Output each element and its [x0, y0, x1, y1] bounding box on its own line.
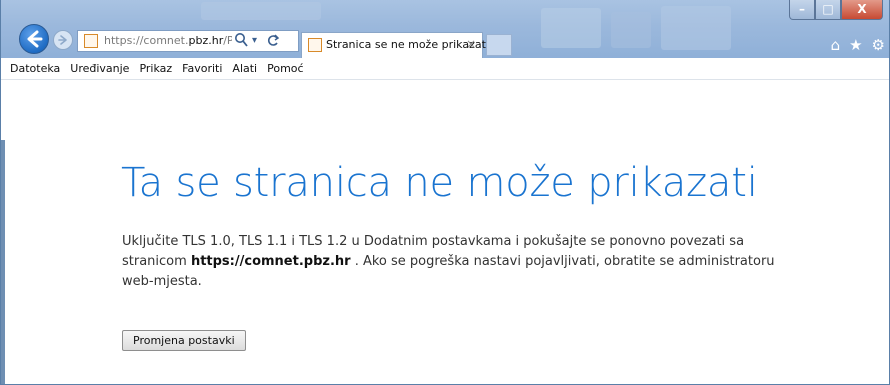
url-host: pbz.hr — [188, 34, 224, 47]
title-bar: https://comnet.pbz.hr/PbzCc ▾ Stranica s… — [1, 0, 889, 58]
minimize-button[interactable]: – — [789, 0, 815, 20]
url-suffix: /PbzCc — [223, 34, 232, 47]
page-content: Ta se stranica ne može prikazati Uključi… — [1, 80, 889, 384]
new-tab-button[interactable] — [486, 34, 512, 56]
tab-title: Stranica se ne može prikazati — [326, 38, 489, 51]
search-icon[interactable] — [234, 32, 248, 52]
menu-item-prikaz[interactable]: Prikaz — [139, 62, 172, 75]
tab-active[interactable]: Stranica se ne može prikazati × — [301, 32, 489, 58]
forward-button[interactable] — [53, 30, 73, 50]
settings-gear-icon[interactable]: ⚙ — [872, 36, 885, 54]
menu-item-alati[interactable]: Alati — [232, 62, 257, 75]
error-message: Uključite TLS 1.0, TLS 1.1 i TLS 1.2 u D… — [122, 232, 802, 292]
browser-window: https://comnet.pbz.hr/PbzCc ▾ Stranica s… — [0, 0, 890, 385]
menu-bar: Datoteka Uređivanje Prikaz Favoriti Alat… — [1, 58, 889, 80]
menu-item-uredivanje[interactable]: Uređivanje — [70, 62, 129, 75]
dropdown-arrow-icon[interactable]: ▾ — [252, 35, 257, 46]
back-button[interactable] — [19, 24, 49, 54]
menu-item-pomoc[interactable]: Pomoć — [267, 62, 303, 75]
home-icon[interactable]: ⌂ — [831, 36, 841, 54]
address-bar[interactable]: https://comnet.pbz.hr/PbzCc ▾ — [77, 30, 299, 52]
menu-item-favoriti[interactable]: Favoriti — [182, 62, 222, 75]
arrow-left-icon — [27, 30, 43, 48]
menu-item-datoteka[interactable]: Datoteka — [10, 62, 60, 75]
maximize-button[interactable]: □ — [815, 0, 841, 20]
change-settings-button[interactable]: Promjena postavki — [122, 330, 246, 351]
url-prefix: https://comnet. — [104, 34, 189, 47]
window-controls: – □ X — [789, 0, 883, 22]
address-url[interactable]: https://comnet.pbz.hr/PbzCc — [104, 34, 232, 47]
arrow-right-icon — [58, 35, 67, 45]
left-edge-bar — [1, 140, 5, 384]
error-message-url: https://comnet.pbz.hr — [190, 254, 351, 269]
refresh-icon[interactable] — [266, 32, 280, 52]
error-title: Ta se stranica ne može prikazati — [121, 160, 758, 206]
close-window-button[interactable]: X — [841, 0, 883, 20]
site-favicon-icon — [84, 34, 98, 48]
tab-favicon-icon — [308, 38, 322, 52]
browser-toolbar-icons: ⌂ ★ ⚙ — [831, 36, 885, 54]
favorites-star-icon[interactable]: ★ — [849, 36, 862, 54]
tab-close-icon[interactable]: × — [466, 37, 476, 51]
